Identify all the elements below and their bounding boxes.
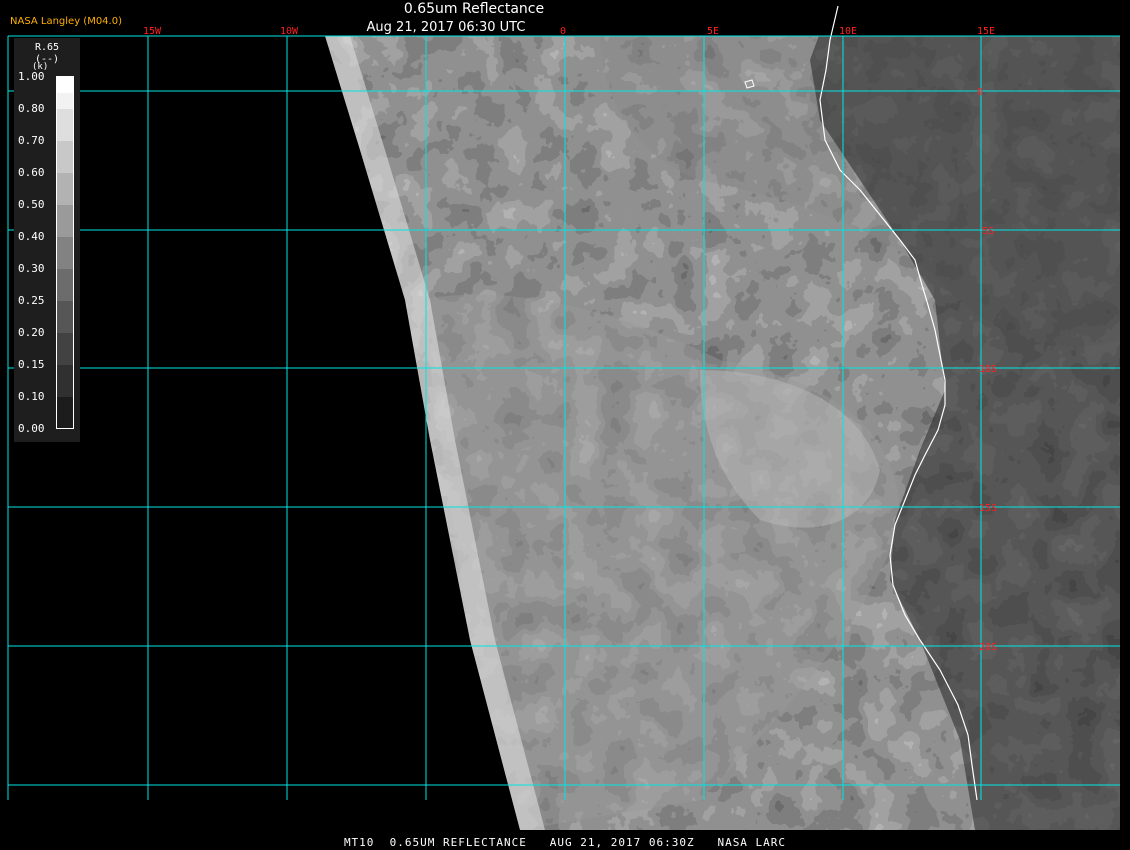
- lat-label-15s: 15S: [979, 503, 997, 514]
- legend-swatch: [57, 141, 73, 173]
- legend-swatch: [57, 269, 73, 301]
- legend-tick: 0.15: [18, 358, 45, 371]
- legend-tick: 0.25: [18, 294, 45, 307]
- lat-label-5s: 5S: [982, 226, 994, 237]
- color-legend: R.65 (--) (k) 1.00 0.80 0.70 0.60 0.50 0…: [14, 38, 80, 442]
- legend-tick: 1.00: [18, 70, 45, 83]
- legend-tick: 0.30: [18, 262, 45, 275]
- legend-swatch: [57, 173, 73, 205]
- legend-swatch: [57, 333, 73, 365]
- legend-swatch: [57, 93, 73, 109]
- legend-swatch: [57, 237, 73, 269]
- legend-tick: 0.50: [18, 198, 45, 211]
- legend-tick: 0.20: [18, 326, 45, 339]
- timestamp: Aug 21, 2017 06:30 UTC: [366, 20, 526, 35]
- legend-colorbar: [56, 76, 74, 429]
- legend-swatch: [57, 77, 73, 93]
- footer-caption: MT10 0.65UM REFLECTANCE AUG 21, 2017 06:…: [343, 836, 787, 849]
- legend-tick: 0.60: [18, 166, 45, 179]
- legend-tick: 0.80: [18, 102, 45, 115]
- legend-swatch: [57, 301, 73, 333]
- lat-label-0: 0: [977, 87, 983, 98]
- legend-swatch: [57, 109, 73, 141]
- legend-swatch: [57, 397, 73, 428]
- legend-tick: 0.40: [18, 230, 45, 243]
- satellite-map: 15W 10W 0 5E 10E 15E 0 5S 10S 15S 20S: [7, 5, 1120, 830]
- legend-tick: 0.10: [18, 390, 45, 403]
- legend-swatch: [57, 365, 73, 397]
- lon-label-15e: 15E: [977, 26, 995, 37]
- legend-swatch: [57, 205, 73, 237]
- legend-tick: 0.00: [18, 422, 45, 435]
- lat-label-20s: 20S: [979, 642, 997, 653]
- product-title: 0.65um Reflectance: [403, 1, 545, 17]
- legend-tick: 0.70: [18, 134, 45, 147]
- legend-variable: R.65: [34, 42, 60, 53]
- lat-label-10s: 10S: [979, 364, 997, 375]
